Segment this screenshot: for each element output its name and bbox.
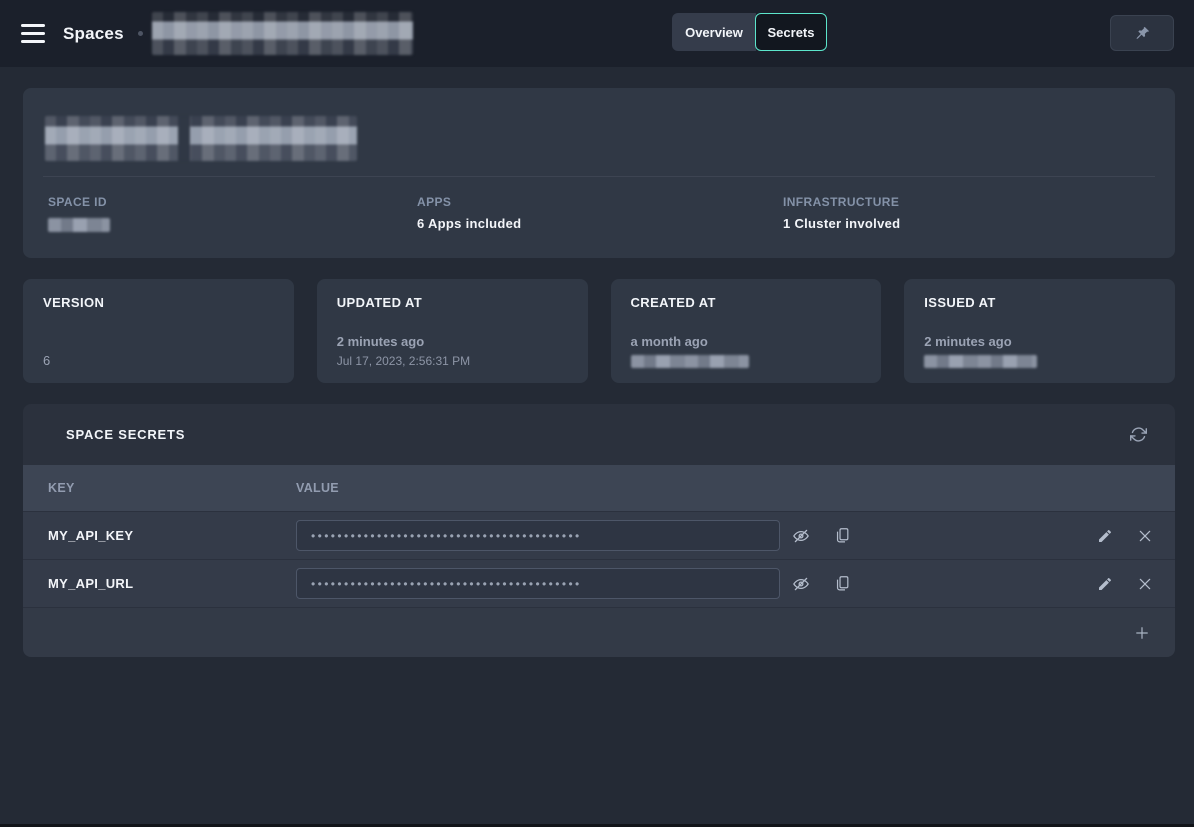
pushpin-icon <box>1134 25 1151 42</box>
reveal-secret-button[interactable] <box>792 527 810 545</box>
redacted-issued-timestamp <box>924 355 1037 368</box>
field-space-id: SPACE ID <box>48 195 417 232</box>
secrets-title: SPACE SECRETS <box>66 427 185 442</box>
refresh-icon <box>1130 426 1147 443</box>
brand-label: Spaces <box>63 24 124 44</box>
masked-secret-value: ••••••••••••••••••••••••••••••••••••••••… <box>311 578 582 590</box>
column-header-key: KEY <box>48 481 296 495</box>
pin-button[interactable] <box>1110 15 1174 51</box>
add-secret-button[interactable] <box>1133 624 1151 642</box>
secret-value-input[interactable]: ••••••••••••••••••••••••••••••••••••••••… <box>296 520 780 551</box>
infrastructure-label: INFRASTRUCTURE <box>783 195 1175 209</box>
copy-secret-button[interactable] <box>834 527 851 544</box>
secret-value-input[interactable]: ••••••••••••••••••••••••••••••••••••••••… <box>296 568 780 599</box>
redacted-space-id-value <box>48 218 110 232</box>
menu-icon[interactable] <box>21 24 45 43</box>
stat-label: CREATED AT <box>631 295 862 310</box>
infrastructure-value: 1 Cluster involved <box>783 216 1175 231</box>
masked-secret-value: ••••••••••••••••••••••••••••••••••••••••… <box>311 530 582 542</box>
delete-secret-button[interactable] <box>1137 576 1153 592</box>
breadcrumb-separator-dot <box>138 31 143 36</box>
updated-timestamp: Jul 17, 2023, 2:56:31 PM <box>337 354 568 368</box>
copy-secret-button[interactable] <box>834 575 851 592</box>
column-header-value: VALUE <box>296 481 780 495</box>
field-apps: APPS 6 Apps included <box>417 195 783 232</box>
updated-relative-time: 2 minutes ago <box>337 334 568 349</box>
refresh-secrets-button[interactable] <box>1130 426 1147 443</box>
stat-label: VERSION <box>43 295 274 310</box>
secret-key: MY_API_KEY <box>48 528 296 543</box>
secrets-table-header: KEY VALUE <box>23 465 1175 511</box>
created-relative-time: a month ago <box>631 334 862 349</box>
space-secrets-panel: SPACE SECRETS KEY VALUE MY_API_KEY •••••… <box>23 404 1175 657</box>
topbar: Spaces Overview Secrets <box>0 0 1194 67</box>
stat-card-version: VERSION 6 <box>23 279 294 383</box>
view-tabs: Overview Secrets <box>672 13 827 51</box>
copy-icon <box>834 575 851 592</box>
secrets-header: SPACE SECRETS <box>23 404 1175 465</box>
edit-secret-button[interactable] <box>1097 576 1113 592</box>
secret-key: MY_API_URL <box>48 576 296 591</box>
stat-label: ISSUED AT <box>924 295 1155 310</box>
pencil-icon <box>1097 576 1113 592</box>
redacted-space-title <box>45 116 357 161</box>
secrets-footer <box>23 607 1175 657</box>
copy-icon <box>834 527 851 544</box>
stat-card-created-at: CREATED AT a month ago <box>611 279 882 383</box>
apps-label: APPS <box>417 195 783 209</box>
secret-row: MY_API_KEY •••••••••••••••••••••••••••••… <box>23 511 1175 559</box>
x-icon <box>1137 576 1153 592</box>
space-id-label: SPACE ID <box>48 195 417 209</box>
stat-label: UPDATED AT <box>337 295 568 310</box>
redacted-created-timestamp <box>631 355 749 368</box>
tab-secrets[interactable]: Secrets <box>755 13 827 51</box>
tab-overview[interactable]: Overview <box>672 13 756 51</box>
stat-card-updated-at: UPDATED AT 2 minutes ago Jul 17, 2023, 2… <box>317 279 588 383</box>
delete-secret-button[interactable] <box>1137 528 1153 544</box>
stat-card-issued-at: ISSUED AT 2 minutes ago <box>904 279 1175 383</box>
secret-row: MY_API_URL •••••••••••••••••••••••••••••… <box>23 559 1175 607</box>
reveal-secret-button[interactable] <box>792 575 810 593</box>
field-infrastructure: INFRASTRUCTURE 1 Cluster involved <box>783 195 1175 232</box>
plus-icon <box>1133 624 1151 642</box>
eye-off-icon <box>792 575 810 593</box>
eye-off-icon <box>792 527 810 545</box>
space-overview-card: SPACE ID APPS 6 Apps included INFRASTRUC… <box>23 88 1175 258</box>
x-icon <box>1137 528 1153 544</box>
pencil-icon <box>1097 528 1113 544</box>
edit-secret-button[interactable] <box>1097 528 1113 544</box>
redacted-space-name <box>152 12 413 55</box>
issued-relative-time: 2 minutes ago <box>924 334 1155 349</box>
version-value: 6 <box>43 353 274 368</box>
apps-value: 6 Apps included <box>417 216 783 231</box>
stat-cards-row: VERSION 6 UPDATED AT 2 minutes ago Jul 1… <box>23 279 1175 383</box>
